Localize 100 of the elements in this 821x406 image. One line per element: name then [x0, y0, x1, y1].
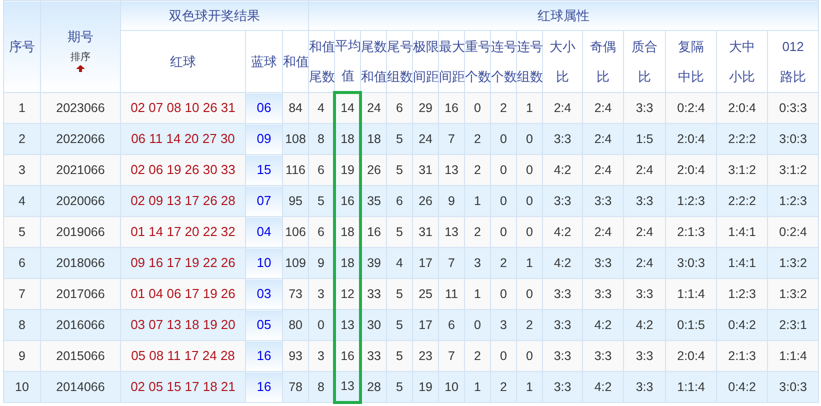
row-number: 4: [4, 186, 40, 216]
table-cell: 17: [412, 310, 439, 340]
table-cell: 16: [334, 186, 361, 216]
column-header: 序号: [4, 0, 40, 92]
table-cell: 7: [438, 248, 465, 278]
table-cell: 5: [386, 154, 413, 186]
row-number: 7: [4, 278, 40, 310]
table-cell: 3:3: [624, 340, 666, 372]
table-cell: 4:2: [582, 310, 624, 340]
table-cell: 23: [412, 340, 439, 372]
issue-number: 2023066: [40, 92, 120, 124]
table-cell: 2:4: [624, 154, 666, 186]
issue-number: 2016066: [40, 310, 120, 340]
column-header: 红球: [120, 30, 246, 92]
table-cell: 0: [516, 278, 543, 310]
table-cell: 3:0:3: [768, 372, 819, 402]
bonus-number: 16: [246, 340, 282, 372]
table-cell: 18: [334, 216, 361, 248]
table-cell: 80: [282, 310, 309, 340]
table-cell: 2:0:4: [666, 154, 717, 186]
bonus-number: 07: [246, 186, 282, 216]
table-cell: 25: [412, 278, 439, 310]
column-header: 极限间距: [412, 30, 439, 92]
row-number: 10: [4, 372, 40, 402]
table-cell: 0: [490, 216, 517, 248]
table-cell: 0: [464, 92, 491, 124]
table-cell: 1: [516, 92, 543, 124]
table-cell: 1: [464, 278, 491, 310]
table-cell: 2: [464, 154, 491, 186]
table-cell: 0: [464, 310, 491, 340]
table-cell: 4:2: [582, 372, 624, 402]
table-cell: 3:0:3: [768, 124, 819, 154]
table-cell: 2:4: [582, 216, 624, 248]
column-header: 连号组数: [516, 30, 543, 92]
table-cell: 3:3: [624, 186, 666, 216]
table-cell: 1:2:3: [768, 186, 819, 216]
table-cell: 2:0:4: [666, 340, 717, 372]
table-cell: 13: [438, 154, 465, 186]
table-cell: 3:1:2: [768, 154, 819, 186]
winning-numbers: 02 06 19 26 30 33: [120, 154, 246, 186]
issue-number: 2021066: [40, 154, 120, 186]
table-cell: 0: [516, 186, 543, 216]
table-cell: 4:2: [542, 216, 583, 248]
table-cell: 3:3: [542, 340, 583, 372]
table-cell: 3:3: [582, 186, 624, 216]
column-header: 尾数和值: [360, 30, 387, 92]
table-cell: 2: [490, 372, 517, 402]
column-header: 平均值: [334, 30, 361, 92]
issue-number: 2022066: [40, 124, 120, 154]
table-cell: 1:3:2: [768, 278, 819, 310]
table-cell: 10: [438, 372, 465, 402]
table-cell: 2:2:2: [716, 186, 768, 216]
bonus-number: 03: [246, 278, 282, 310]
table-cell: 11: [438, 278, 465, 310]
table-cell: 2: [464, 124, 491, 154]
bonus-number: 15: [246, 154, 282, 186]
table-cell: 3:3: [582, 248, 624, 278]
table-cell: 1:2:3: [666, 186, 717, 216]
table-cell: 0: [490, 340, 517, 372]
table-cell: 2:3:1: [768, 310, 819, 340]
table-cell: 0: [490, 186, 517, 216]
table-cell: 3:3: [542, 278, 583, 310]
table-cell: 2:0:4: [716, 92, 768, 124]
table-cell: 1: [516, 248, 543, 278]
table-cell: 7: [438, 340, 465, 372]
column-header: 复隔中比: [666, 30, 717, 92]
table-cell: 19: [412, 372, 439, 402]
row-number: 2: [4, 124, 40, 154]
table-cell: 0: [516, 216, 543, 248]
table-cell: 5: [386, 124, 413, 154]
table-cell: 2:4: [582, 124, 624, 154]
table-cell: 29: [412, 92, 439, 124]
table-cell: 3:3: [542, 186, 583, 216]
table-cell: 0: [490, 124, 517, 154]
table-cell: 1:4:1: [716, 248, 768, 278]
group-header: 红球属性: [308, 0, 819, 30]
table-cell: 6: [386, 186, 413, 216]
issue-number: 2014066: [40, 372, 120, 402]
column-header: 和值: [282, 30, 309, 92]
table-cell: 2:0:4: [666, 124, 717, 154]
bonus-number: 05: [246, 310, 282, 340]
winning-numbers: 06 11 14 20 27 30: [120, 124, 246, 154]
table-cell: 3:3: [624, 92, 666, 124]
table-cell: 4: [386, 248, 413, 278]
table-cell: 3:3: [624, 372, 666, 402]
row-number: 9: [4, 340, 40, 372]
table-cell: 4:2: [624, 310, 666, 340]
table-cell: 2:4: [582, 92, 624, 124]
table-cell: 2: [464, 216, 491, 248]
sort-link[interactable]: 排序: [41, 52, 120, 64]
table-cell: 13: [438, 216, 465, 248]
table-cell: 0:2:4: [666, 92, 717, 124]
winning-numbers: 03 07 13 18 19 20: [120, 310, 246, 340]
bonus-number: 06: [246, 92, 282, 124]
table-cell: 2: [516, 310, 543, 340]
table-cell: 1:4:1: [716, 216, 768, 248]
bonus-number: 10: [246, 248, 282, 278]
table-cell: 1:1:4: [666, 372, 717, 402]
column-header: 蓝球: [246, 30, 282, 92]
sort-up-icon[interactable]: [76, 64, 85, 72]
